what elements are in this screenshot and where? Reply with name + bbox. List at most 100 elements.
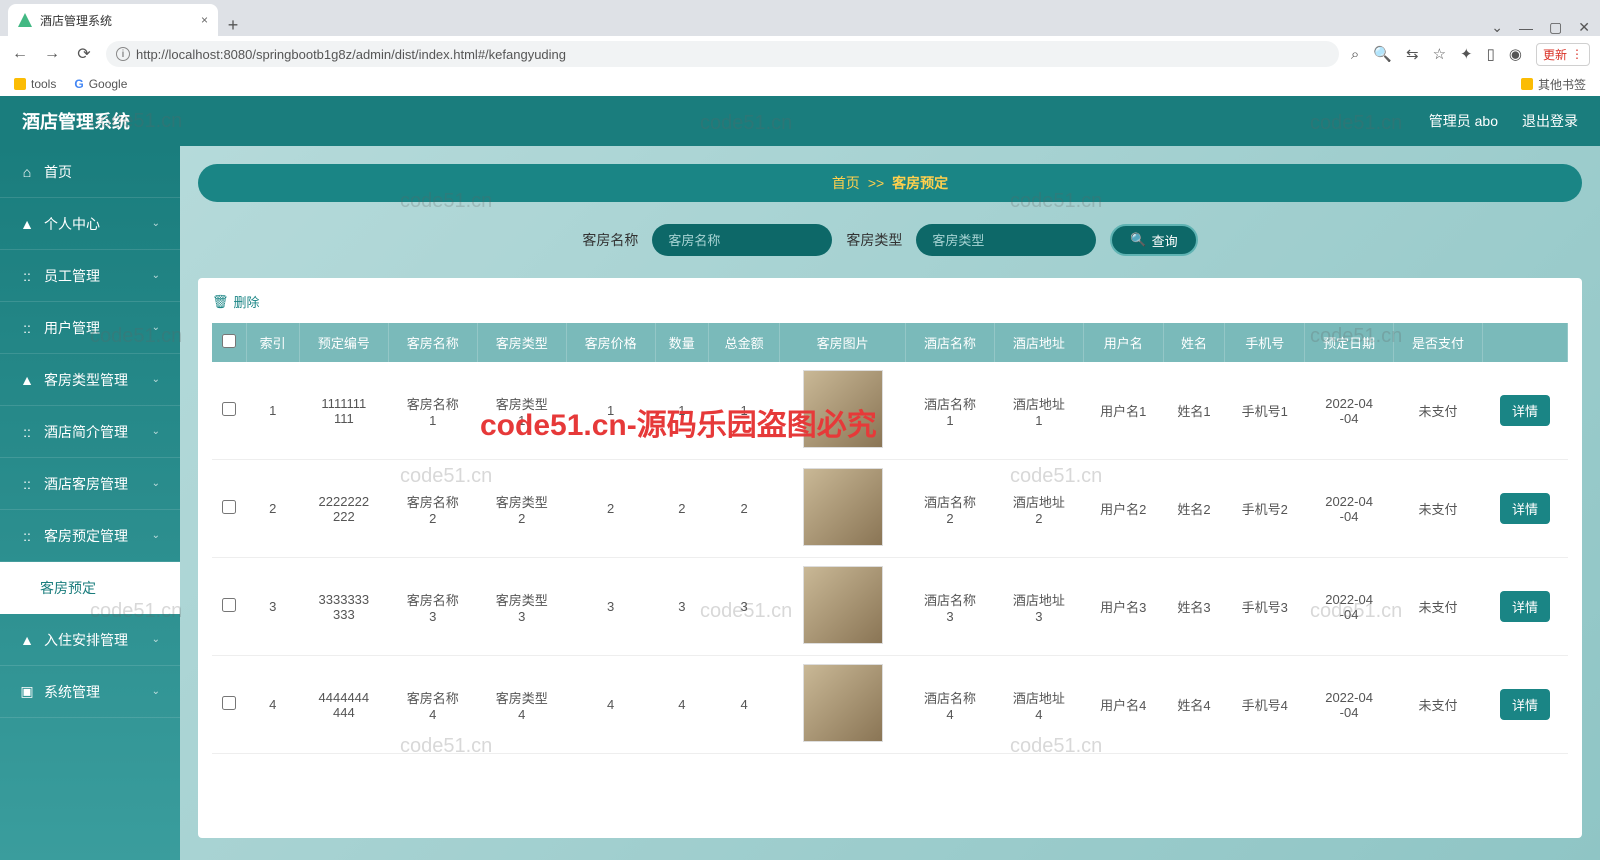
panel-icon[interactable]: ▯: [1487, 45, 1495, 63]
back-button[interactable]: ←: [10, 45, 30, 63]
tab-bar: 酒店管理系统 × + ⌄ — ▢ ✕: [0, 0, 1600, 36]
browser-tab[interactable]: 酒店管理系统 ×: [8, 4, 218, 36]
minimize-icon[interactable]: —: [1519, 20, 1533, 36]
row-checkbox[interactable]: [222, 696, 236, 710]
sidebar-item[interactable]: 客房预定: [0, 562, 180, 614]
cell-user: 用户名2: [1083, 460, 1163, 558]
menu-icon: ▲: [20, 632, 34, 648]
sidebar-item[interactable]: ▣系统管理⌄: [0, 666, 180, 718]
cell-addr: 酒店地址4: [994, 656, 1083, 754]
detail-button[interactable]: 详情: [1500, 493, 1550, 524]
cell-name: 姓名2: [1163, 460, 1225, 558]
reload-button[interactable]: ⟳: [74, 44, 94, 64]
sidebar-item[interactable]: ::用户管理⌄: [0, 302, 180, 354]
forward-button[interactable]: →: [42, 45, 62, 63]
star-icon[interactable]: ☆: [1433, 45, 1446, 63]
detail-button[interactable]: 详情: [1500, 591, 1550, 622]
menu-label: 客房预定: [40, 578, 96, 598]
menu-icon: ::: [20, 528, 34, 544]
breadcrumb: 首页 >> 客房预定: [198, 164, 1582, 202]
sidebar-item[interactable]: ▲客房类型管理⌄: [0, 354, 180, 406]
cell-room: 客房名称2: [388, 460, 477, 558]
sidebar-item[interactable]: ::酒店客房管理⌄: [0, 458, 180, 510]
cell-phone: 手机号4: [1225, 656, 1305, 754]
search-button[interactable]: 🔍查询: [1110, 224, 1197, 256]
search-input-room[interactable]: [652, 224, 832, 256]
new-tab-button[interactable]: +: [218, 15, 248, 36]
update-button[interactable]: 更新⋮: [1536, 43, 1590, 66]
table-row: 44444444444客房名称4客房类型4444酒店名称4酒店地址4用户名4姓名…: [212, 656, 1568, 754]
chevron-down-icon: ⌄: [152, 478, 160, 489]
row-checkbox[interactable]: [222, 598, 236, 612]
cell-hotel: 酒店名称3: [906, 558, 995, 656]
cell-total: 4: [709, 656, 780, 754]
sidebar-item[interactable]: ▲入住安排管理⌄: [0, 614, 180, 666]
puzzle-icon[interactable]: ✦: [1460, 45, 1473, 63]
profile-icon[interactable]: ◉: [1509, 45, 1522, 63]
menu-label: 酒店客房管理: [44, 474, 128, 494]
row-checkbox[interactable]: [222, 500, 236, 514]
key-icon[interactable]: ⌕: [1351, 46, 1359, 63]
cell-name: 姓名3: [1163, 558, 1225, 656]
tab-title: 酒店管理系统: [40, 12, 112, 29]
select-all-checkbox[interactable]: [222, 334, 236, 348]
menu-label: 酒店简介管理: [44, 422, 128, 442]
cell-index: 1: [246, 362, 299, 460]
column-header: 预定编号: [299, 323, 388, 362]
cell-img: [780, 558, 906, 656]
user-label[interactable]: 管理员 abo: [1429, 111, 1498, 131]
url-input[interactable]: i http://localhost:8080/springbootb1g8z/…: [106, 41, 1339, 67]
cell-qty: 4: [655, 656, 708, 754]
table-row: 11111111111客房名称1客房类型1111酒店名称1酒店地址1用户名1姓名…: [212, 362, 1568, 460]
bookmark-tools[interactable]: tools: [14, 77, 56, 91]
column-header: 索引: [246, 323, 299, 362]
bookmark-google[interactable]: GGoogle: [74, 77, 127, 91]
sidebar-item[interactable]: ::员工管理⌄: [0, 250, 180, 302]
cell-paid: 未支付: [1394, 558, 1483, 656]
app-title: 酒店管理系统: [22, 108, 130, 134]
close-tab-icon[interactable]: ×: [201, 13, 208, 27]
breadcrumb-home[interactable]: 首页: [832, 173, 860, 193]
search-row: 客房名称 客房类型 🔍查询: [198, 224, 1582, 256]
sidebar-item[interactable]: ▲个人中心⌄: [0, 198, 180, 250]
chevron-down-icon[interactable]: ⌄: [1491, 19, 1503, 36]
column-header: 是否支付: [1394, 323, 1483, 362]
search-label-room: 客房名称: [582, 230, 638, 250]
main-content: 首页 >> 客房预定 客房名称 客房类型 🔍查询 🗑删除 索引预定编号 客房名称客…: [180, 146, 1600, 860]
bookmark-other[interactable]: 其他书签: [1521, 76, 1586, 93]
cell-type: 客房类型2: [477, 460, 566, 558]
cell-name: 姓名1: [1163, 362, 1225, 460]
table-toolbar: 🗑删除: [212, 292, 1568, 311]
search-icon-chrome[interactable]: 🔍: [1373, 45, 1392, 63]
sidebar-item[interactable]: ::酒店简介管理⌄: [0, 406, 180, 458]
room-image: [803, 468, 883, 546]
detail-button[interactable]: 详情: [1500, 395, 1550, 426]
row-checkbox[interactable]: [222, 402, 236, 416]
column-header: 客房类型: [477, 323, 566, 362]
sidebar-item[interactable]: ⌂首页: [0, 146, 180, 198]
menu-icon: ::: [20, 320, 34, 336]
column-header: 预定日期: [1305, 323, 1394, 362]
close-window-icon[interactable]: ✕: [1578, 19, 1590, 36]
delete-button[interactable]: 🗑删除: [212, 292, 1568, 311]
cell-price: 4: [566, 656, 655, 754]
cell-no: 2222222222: [299, 460, 388, 558]
cell-hotel: 酒店名称2: [906, 460, 995, 558]
cell-total: 2: [709, 460, 780, 558]
search-icon: 🔍: [1130, 232, 1146, 248]
cell-paid: 未支付: [1394, 656, 1483, 754]
cell-img: [780, 656, 906, 754]
maximize-icon[interactable]: ▢: [1549, 19, 1562, 36]
cell-index: 2: [246, 460, 299, 558]
sidebar-item[interactable]: ::客房预定管理⌄: [0, 510, 180, 562]
logout-link[interactable]: 退出登录: [1522, 111, 1578, 131]
share-icon[interactable]: ⇆: [1406, 45, 1419, 63]
column-header: 酒店地址: [994, 323, 1083, 362]
chevron-down-icon: ⌄: [152, 322, 160, 333]
cell-phone: 手机号1: [1225, 362, 1305, 460]
column-header: 客房价格: [566, 323, 655, 362]
chevron-down-icon: ⌄: [152, 270, 160, 281]
detail-button[interactable]: 详情: [1500, 689, 1550, 720]
cell-qty: 3: [655, 558, 708, 656]
search-input-type[interactable]: [916, 224, 1096, 256]
